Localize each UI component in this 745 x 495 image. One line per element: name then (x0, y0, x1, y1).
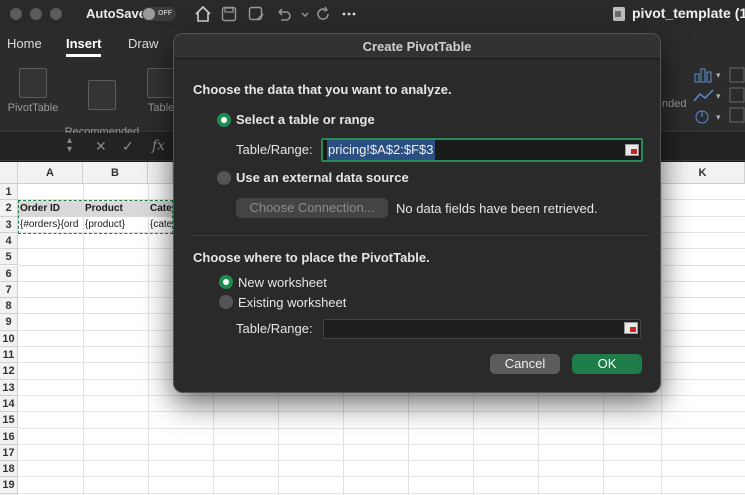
recommended-charts-label: nded (662, 98, 687, 110)
pivottable-label: PivotTable (7, 102, 59, 114)
row-header[interactable]: 11 (0, 347, 18, 364)
row-header[interactable]: 2 (0, 200, 18, 217)
toggle-knob (143, 8, 155, 20)
row-gridline (18, 492, 745, 494)
collapse-dialog-icon[interactable] (624, 322, 638, 334)
row-gridline (18, 411, 745, 413)
undo-icon[interactable] (273, 4, 293, 24)
row-header[interactable]: 12 (0, 363, 18, 380)
function-icon[interactable]: fx (152, 138, 165, 154)
confirm-entry-icon[interactable]: ✓ (122, 138, 134, 155)
row-header[interactable]: 19 (0, 477, 18, 494)
autosave-label: AutoSave (86, 6, 146, 21)
select-all-corner[interactable] (0, 162, 18, 184)
table-range-input[interactable]: pricing!$A$2:$F$3 (321, 138, 643, 162)
row-gridline (18, 427, 745, 429)
autosave-state: OFF (158, 10, 172, 17)
existing-worksheet-label[interactable]: Existing worksheet (238, 295, 346, 310)
table-icon (147, 68, 175, 98)
dest-range-input[interactable] (323, 319, 641, 339)
undo-dropdown-icon[interactable] (295, 4, 315, 24)
chart-dropdown-icon[interactable]: ▾ (716, 70, 721, 81)
dest-range-label: Table/Range: (236, 321, 313, 336)
table-range-label: Table/Range: (236, 142, 313, 157)
row-header[interactable]: 18 (0, 461, 18, 478)
row-header[interactable]: 5 (0, 249, 18, 266)
table-ribbon-button[interactable]: Table (146, 66, 176, 114)
zoom-window-button[interactable] (50, 8, 62, 20)
row-header[interactable]: 10 (0, 330, 18, 347)
minimize-window-button[interactable] (30, 8, 42, 20)
column-header-k[interactable]: K (661, 162, 745, 184)
excel-window: AutoSave OFF pivot_template (1 Home Inse… (0, 0, 745, 495)
existing-worksheet-radio[interactable] (219, 295, 233, 309)
row-gridline (18, 394, 745, 396)
column-header-a[interactable]: A (18, 162, 83, 184)
save-as-icon[interactable] (246, 4, 266, 24)
save-icon[interactable] (219, 4, 239, 24)
section-divider (190, 235, 648, 236)
table-range-value: pricing!$A$2:$F$3 (327, 140, 435, 160)
table-label: Table (147, 102, 175, 114)
row-header[interactable]: 15 (0, 412, 18, 429)
chart-dropdown-icon[interactable]: ▾ (716, 91, 721, 102)
tab-draw[interactable]: Draw (128, 36, 158, 51)
selected-range-marquee (18, 200, 173, 234)
row-header[interactable]: 13 (0, 379, 18, 396)
row-header[interactable]: 1 (0, 184, 18, 201)
chart-dropdown-icon[interactable]: ▾ (716, 112, 721, 123)
name-box-stepper-icon[interactable]: ▴ ▾ (67, 136, 72, 155)
row-header[interactable]: 6 (0, 265, 18, 282)
column-header-c[interactable] (148, 162, 173, 184)
column-gridline (661, 184, 662, 495)
row-header[interactable]: 8 (0, 298, 18, 315)
row-gridline (18, 476, 745, 478)
tab-home[interactable]: Home (7, 36, 42, 51)
home-icon[interactable] (193, 4, 213, 24)
cancel-entry-icon[interactable]: ✕ (95, 138, 107, 155)
bar-chart-icon[interactable] (692, 66, 716, 84)
new-worksheet-radio[interactable] (219, 275, 233, 289)
section-analyze-heading: Choose the data that you want to analyze… (193, 82, 452, 97)
row-header[interactable]: 14 (0, 395, 18, 413)
more-icon[interactable] (339, 4, 359, 24)
cancel-button[interactable]: Cancel (490, 354, 560, 374)
close-window-button[interactable] (10, 8, 22, 20)
dialog-title: Create PivotTable (174, 34, 660, 59)
autosave-toggle[interactable]: OFF (142, 7, 176, 21)
select-table-label[interactable]: Select a table or range (236, 112, 375, 127)
ok-button[interactable]: OK (572, 354, 642, 374)
row-header[interactable]: 16 (0, 428, 18, 445)
row-header[interactable]: 4 (0, 232, 18, 250)
row-gridline (18, 443, 745, 445)
select-table-radio[interactable] (217, 113, 231, 127)
create-pivottable-dialog: Create PivotTable Choose the data that y… (173, 33, 661, 393)
collapse-dialog-icon[interactable] (625, 144, 639, 156)
histogram-icon[interactable] (728, 66, 745, 126)
excel-doc-icon (612, 6, 626, 27)
column-header-b[interactable]: B (83, 162, 148, 184)
redo-icon[interactable] (313, 4, 333, 24)
section-place-heading: Choose where to place the PivotTable. (193, 250, 430, 265)
pivottable-icon (19, 68, 47, 98)
document-title: pivot_template (1 (632, 5, 745, 21)
row-gridline (18, 460, 745, 462)
external-source-radio[interactable] (217, 171, 231, 185)
row-header[interactable]: 9 (0, 314, 18, 331)
recommended-pivottables-icon (88, 80, 116, 110)
tab-insert[interactable]: Insert (66, 36, 102, 57)
row-header[interactable]: 17 (0, 444, 18, 462)
external-source-label[interactable]: Use an external data source (236, 170, 409, 185)
line-chart-icon[interactable] (692, 87, 716, 105)
row-header[interactable]: 7 (0, 281, 18, 299)
pie-chart-icon[interactable] (692, 108, 716, 126)
no-data-fields-text: No data fields have been retrieved. (396, 201, 598, 216)
pivottable-ribbon-button[interactable]: PivotTable (6, 66, 60, 114)
new-worksheet-label[interactable]: New worksheet (238, 275, 327, 290)
choose-connection-button[interactable]: Choose Connection... (236, 198, 388, 218)
title-bar: AutoSave OFF pivot_template (1 (0, 0, 745, 28)
row-header[interactable]: 3 (0, 216, 18, 233)
